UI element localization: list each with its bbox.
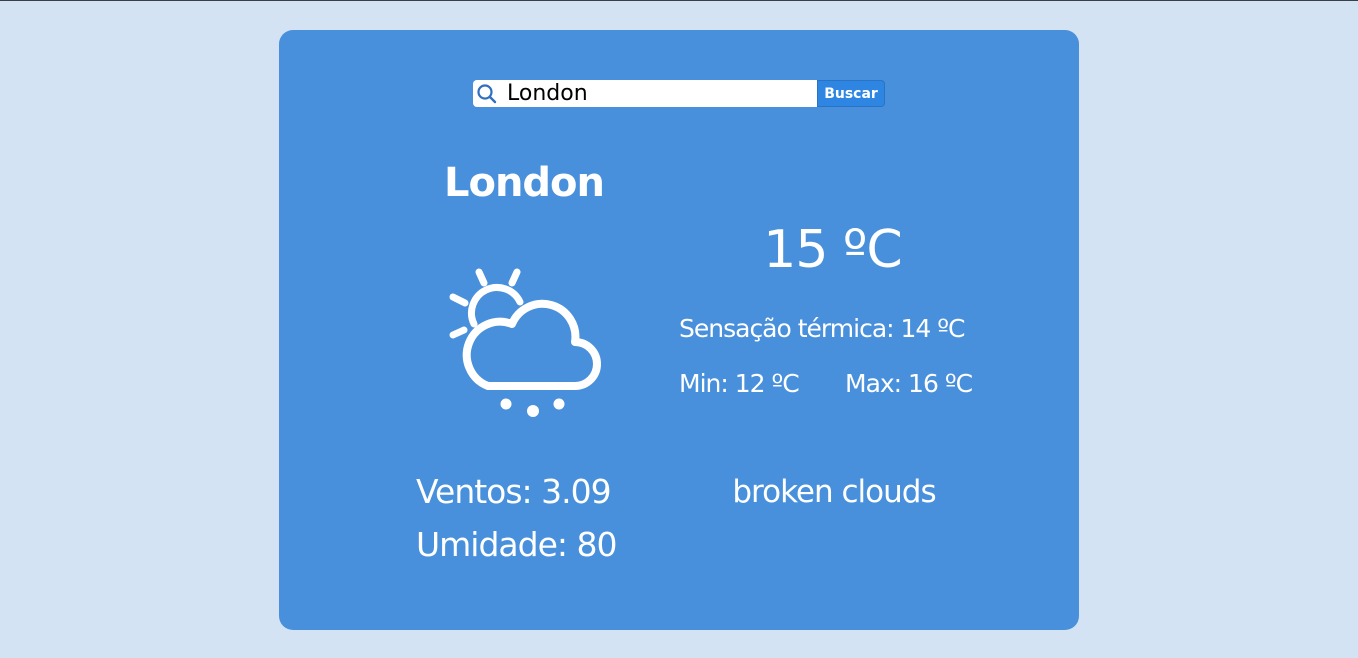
weather-description: broken clouds — [732, 474, 936, 510]
humidity: Umidade: 80 — [416, 525, 617, 564]
feels-like: Sensação térmica: 14 ºC — [679, 314, 965, 343]
min-temperature: Min: 12 ºC — [679, 369, 800, 398]
city-name: London — [443, 160, 605, 206]
max-temperature: Max: 16 ºC — [845, 369, 973, 398]
weather-card: Buscar London 15 ºC Sensação térmica: 14… — [279, 30, 1079, 630]
search-input[interactable] — [499, 80, 807, 107]
wind-speed: Ventos: 3.09 — [416, 472, 612, 511]
search-icon — [475, 82, 499, 106]
temperature: 15 ºC — [763, 220, 903, 280]
search-button[interactable]: Buscar — [817, 80, 885, 107]
search-bar — [473, 80, 817, 107]
partly-cloudy-rain-icon — [445, 266, 605, 422]
